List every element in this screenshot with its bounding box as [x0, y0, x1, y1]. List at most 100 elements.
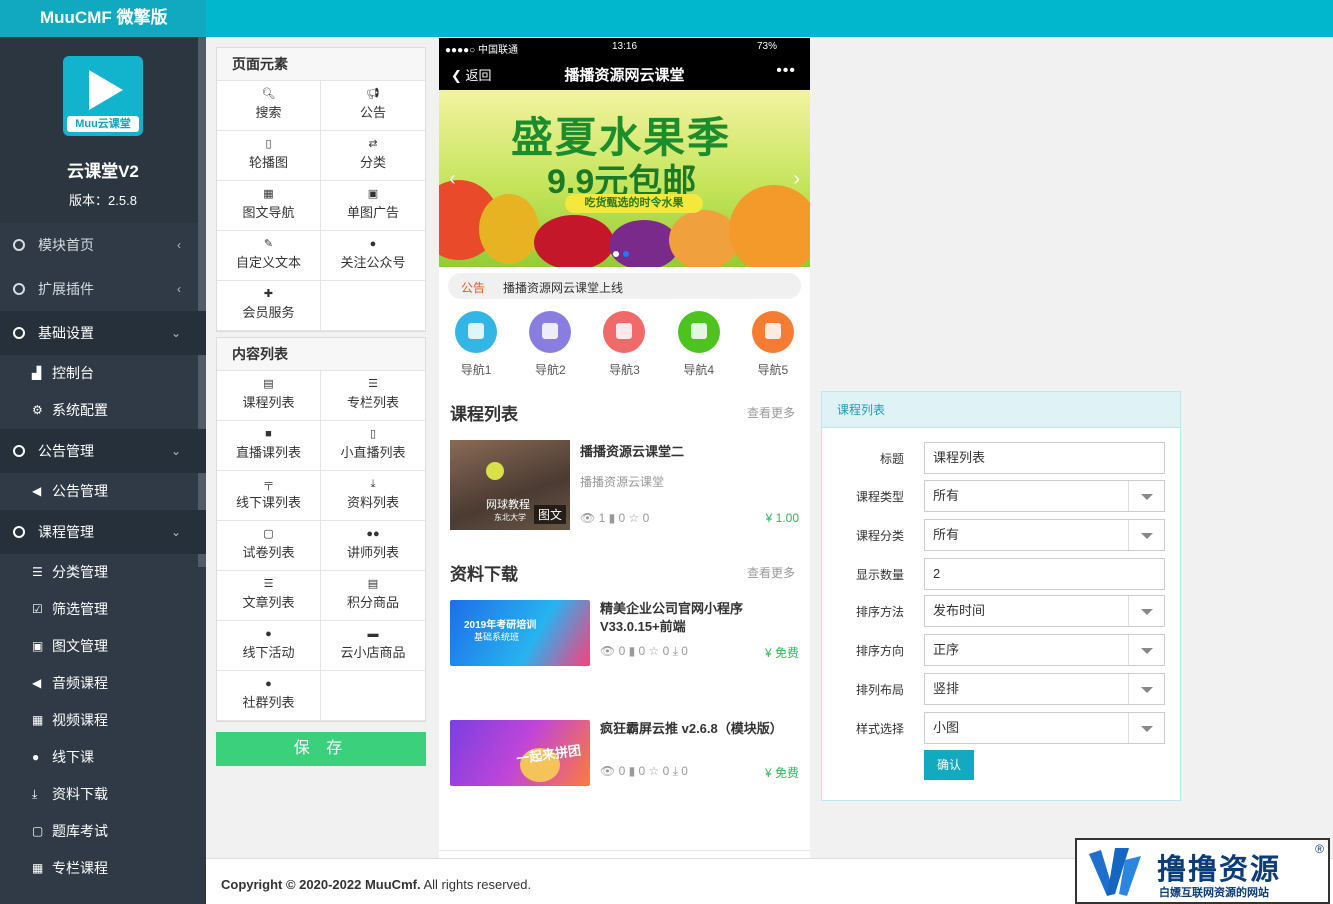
nav-label: 导航1 [460, 363, 492, 377]
element-label: 自定义文本 [235, 255, 301, 270]
element-label: 轮播图 [248, 155, 288, 170]
rights-text: All rights reserved. [420, 877, 532, 892]
nav-extensions[interactable]: 扩展插件 ‹ [0, 267, 206, 311]
element-member-service[interactable]: ✚ 会员服务 [217, 281, 321, 331]
nav-basic-settings[interactable]: 基础设置 ⌄ [0, 311, 206, 355]
style-select[interactable]: 小图 [924, 712, 1165, 744]
course-category-select[interactable]: 所有 [924, 519, 1165, 551]
content-shop-goods[interactable]: ▬ 云小店商品 [321, 621, 425, 671]
element-custom-text[interactable]: ✎ 自定义文本 [217, 231, 321, 281]
nav-item-5[interactable]: 导航5 [743, 311, 803, 378]
resource-card[interactable]: 一起来拼团 疯狂霸屏云推 v2.6.8（模块版） 👁 0 ▮ 0 ☆ 0 ⤓ 0… [450, 720, 799, 788]
nav-label: 公告管理 [38, 443, 94, 459]
content-mini-live-list[interactable]: ▯ 小直播列表 [321, 421, 425, 471]
brand-title[interactable]: MuuCMF 微擎版 [0, 0, 206, 37]
element-single-ad[interactable]: ▣ 单图广告 [321, 181, 425, 231]
nav-dashboard[interactable]: ▟ 控制台 [0, 355, 206, 392]
app-version: 版本：2.5.8 [69, 193, 137, 208]
title-input[interactable]: 课程列表 [924, 442, 1165, 474]
film-icon: ▦ [32, 713, 44, 727]
element-follow-account[interactable]: ● 关注公众号 [321, 231, 425, 281]
course-type-select[interactable]: 所有 [924, 480, 1165, 512]
banner-carousel[interactable]: 盛夏水果季 9.9元包邮 吃货甄选的时令水果 ‹ › [439, 90, 810, 267]
nav-notice-group[interactable]: 公告管理 ⌄ [0, 429, 206, 473]
phone-tab-bar[interactable] [439, 850, 810, 858]
element-search[interactable]: 🔍︎ 搜索 [217, 81, 321, 131]
nav-item-4[interactable]: 导航4 [669, 311, 729, 378]
chevron-right-icon[interactable]: › [793, 168, 800, 191]
nav-offline-course[interactable]: ● 线下课 [0, 739, 206, 776]
element-label: 搜索 [255, 105, 282, 120]
content-column-list[interactable]: ☰ 专栏列表 [321, 371, 425, 421]
nav-notice-manage[interactable]: ◀ 公告管理 [0, 473, 206, 510]
nav-audio-course[interactable]: ◀ 音频课程 [0, 665, 206, 702]
content-offline-list[interactable]: ╤ 线下课列表 [217, 471, 321, 521]
nav-label: 导航3 [609, 363, 640, 377]
field-label: 排序方向 [855, 644, 904, 658]
app-logo-text: Muu云课堂 [67, 116, 139, 132]
element-carousel[interactable]: ▯ 轮播图 [217, 131, 321, 181]
sort-direction-select[interactable]: 正序 [924, 634, 1165, 666]
course-card[interactable]: 网球教程 东北大学 图文 播播资源云课堂二 播播资源云课堂 👁 1 ▮ 0 ☆ … [450, 440, 799, 530]
nav-column-course[interactable]: ▦ 专栏课程 [0, 850, 206, 887]
nav-module-home[interactable]: 模块首页 ‹ [0, 223, 206, 267]
content-points-goods[interactable]: ▤ 积分商品 [321, 571, 425, 621]
carousel-dots[interactable] [613, 244, 633, 262]
download-icon: ⤓ [32, 787, 38, 801]
field-course-type: 课程类型 所有 [822, 480, 1180, 512]
sidebar: Muu云课堂 云课堂V2 版本：2.5.8 模块首页 ‹ 扩展插件 ‹ 基础设置 ⌄ … [0, 37, 206, 904]
nav-exam[interactable]: ▢ 题库考试 [0, 813, 206, 850]
content-resource-list[interactable]: ⤓ 资料列表 [321, 471, 425, 521]
trophy-icon [677, 311, 720, 353]
nav-system-config[interactable]: ⚙ 系统配置 [0, 392, 206, 429]
chevron-left-icon[interactable]: ‹ [449, 168, 456, 191]
field-label: 排列布局 [855, 683, 904, 697]
view-more-link[interactable]: 查看更多 [747, 564, 795, 581]
chevron-down-icon[interactable] [1128, 674, 1164, 704]
content-offline-activity[interactable]: ● 线下活动 [217, 621, 321, 671]
chevron-down-icon[interactable] [1128, 635, 1164, 665]
sort-method-select[interactable]: 发布时间 [924, 595, 1165, 627]
content-exam-list[interactable]: ▢ 试卷列表 [217, 521, 321, 571]
layout-select[interactable]: 竖排 [924, 673, 1165, 705]
signpost-icon: ╤ [264, 478, 273, 490]
nav-label: 题库考试 [52, 823, 108, 839]
carrier: ●●●●○ 中国联通 [445, 45, 518, 56]
display-count-input[interactable]: 2 [924, 558, 1165, 590]
notice-bar[interactable]: 公告 播播资源网云课堂上线 [448, 273, 801, 299]
view-more-link[interactable]: 查看更多 [747, 404, 795, 421]
element-image-nav[interactable]: ▦ 图文导航 [217, 181, 321, 231]
select-value: 发布时间 [933, 603, 986, 618]
nav-label: 筛选管理 [52, 601, 108, 617]
element-label: 公告 [359, 105, 386, 120]
nav-category-manage[interactable]: ☰ 分类管理 [0, 554, 206, 591]
nav-article-manage[interactable]: ▣ 图文管理 [0, 628, 206, 665]
content-community-list[interactable]: ● 社群列表 [217, 671, 321, 721]
element-notice[interactable]: 📢︎ 公告 [321, 81, 425, 131]
chevron-down-icon[interactable] [1128, 481, 1164, 511]
map-marker-icon: ● [32, 750, 40, 764]
select-value: 所有 [933, 527, 960, 542]
chevron-down-icon[interactable] [1128, 596, 1164, 626]
field-label: 标题 [879, 452, 904, 466]
resource-card[interactable]: 2019年考研培训 基础系统班 精美企业公司官网小程序V33.0.15+前端 👁… [450, 600, 799, 668]
element-category[interactable]: ⇄ 分类 [321, 131, 425, 181]
save-button[interactable]: 保 存 [216, 732, 426, 766]
nav-item-2[interactable]: 导航2 [520, 311, 580, 378]
nav-item-1[interactable]: 导航1 [446, 311, 506, 378]
content-live-list[interactable]: ■ 直播课列表 [217, 421, 321, 471]
content-teacher-list[interactable]: ●● 讲师列表 [321, 521, 425, 571]
nav-video-course[interactable]: ▦ 视频课程 [0, 702, 206, 739]
th-icon: ▦ [263, 188, 274, 200]
chevron-down-icon[interactable] [1128, 520, 1164, 550]
chevron-down-icon[interactable] [1128, 713, 1164, 743]
content-article-list[interactable]: ☰ 文章列表 [217, 571, 321, 621]
element-label: 线下课列表 [235, 495, 301, 510]
confirm-button[interactable]: 确认 [924, 750, 974, 780]
content-course-list[interactable]: ▤ 课程列表 [217, 371, 321, 421]
nav-downloads[interactable]: ⤓ 资料下载 [0, 776, 206, 813]
more-icon[interactable]: ••• [776, 62, 796, 80]
nav-filter-manage[interactable]: ☑ 筛选管理 [0, 591, 206, 628]
nav-course-group[interactable]: 课程管理 ⌄ [0, 510, 206, 554]
nav-item-3[interactable]: 导航3 [594, 311, 654, 378]
